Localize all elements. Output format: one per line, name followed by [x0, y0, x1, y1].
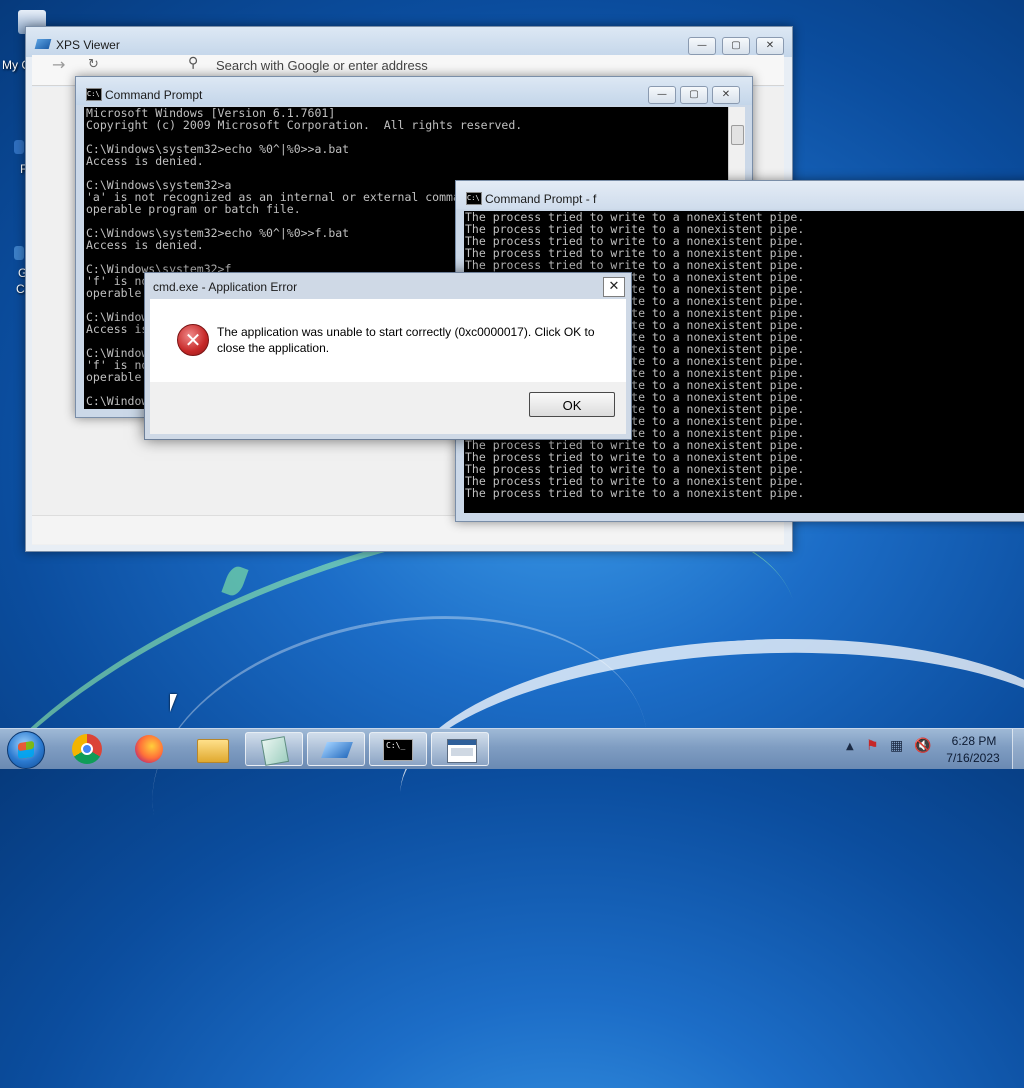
wallpaper-leaf-icon: [221, 563, 249, 599]
show-hidden-icons-button[interactable]: ▲: [846, 741, 854, 752]
cmd-icon: C:\: [466, 192, 482, 205]
application-error-dialog[interactable]: cmd.exe - Application Error ✕ ✕ The appl…: [144, 272, 632, 440]
dialog-title: cmd.exe - Application Error: [153, 280, 298, 294]
start-button[interactable]: [7, 731, 45, 769]
taskbar-file-explorer[interactable]: [183, 732, 241, 766]
folder-icon: [197, 739, 229, 763]
xps-viewer-icon: [321, 742, 353, 758]
reload-icon[interactable]: ↻: [88, 57, 99, 72]
close-button[interactable]: ✕: [603, 277, 625, 297]
dialog-footer: OK: [150, 382, 626, 434]
taskbar-window[interactable]: [431, 732, 489, 766]
error-icon: ✕: [177, 324, 209, 356]
close-button[interactable]: ✕: [712, 86, 740, 104]
windows-logo-icon: [18, 740, 34, 760]
error-message-line1: The application was unable to start corr…: [217, 325, 595, 339]
console-line: Copyright (c) 2009 Microsoft Corporation…: [86, 118, 523, 132]
search-icon: ⚲: [188, 55, 199, 71]
scrollbar-thumb[interactable]: [731, 125, 744, 145]
cmd-main-title: Command Prompt: [105, 88, 203, 102]
shortcut-icon: [14, 140, 24, 154]
console-line: The process tried to write to a nonexist…: [465, 486, 805, 500]
console-line: Access is denied.: [86, 154, 204, 168]
ok-button[interactable]: OK: [529, 392, 615, 417]
desktop-icon-label: C: [16, 282, 25, 296]
xps-viewer-title: XPS Viewer: [56, 38, 120, 52]
maximize-button[interactable]: ▢: [680, 86, 708, 104]
taskbar-app[interactable]: [245, 732, 303, 766]
mouse-cursor-icon: [170, 694, 177, 712]
taskbar-xps-viewer[interactable]: [307, 732, 365, 766]
dialog-body: ✕ The application was unable to start co…: [150, 299, 626, 382]
xps-viewer-titlebar[interactable]: [26, 27, 792, 57]
minimize-button[interactable]: —: [688, 37, 716, 55]
firefox-icon: [135, 735, 163, 763]
chrome-icon: [72, 734, 102, 764]
taskbar: C:\_ ▲ ⚑ ▦ 🔇 6:28 PM 7/16/2023: [0, 728, 1024, 769]
network-icon[interactable]: ▦: [890, 738, 903, 754]
cmd-f-title: Command Prompt - f: [485, 192, 597, 206]
action-center-icon[interactable]: ⚑: [866, 738, 879, 754]
xps-viewer-app-icon: [34, 39, 52, 49]
document-icon: [260, 736, 290, 766]
cmd-taskbar-icon: C:\_: [383, 739, 413, 761]
cmd-icon: C:\: [86, 88, 102, 101]
window-icon: [447, 739, 477, 763]
close-button[interactable]: ✕: [756, 37, 784, 55]
address-bar[interactable]: Search with Google or enter address: [216, 58, 428, 73]
shortcut-icon: [14, 246, 24, 260]
maximize-button[interactable]: ▢: [722, 37, 750, 55]
minimize-button[interactable]: —: [648, 86, 676, 104]
taskbar-firefox[interactable]: [121, 732, 179, 766]
clock-date[interactable]: 7/16/2023: [940, 751, 1006, 765]
forward-arrow-icon[interactable]: →: [52, 55, 65, 74]
clock-time[interactable]: 6:28 PM: [944, 734, 1004, 748]
volume-icon[interactable]: 🔇: [914, 738, 931, 754]
taskbar-chrome[interactable]: [59, 732, 117, 766]
error-message-line2: close the application.: [217, 341, 330, 355]
taskbar-command-prompt[interactable]: C:\_: [369, 732, 427, 766]
show-desktop-button[interactable]: [1012, 729, 1024, 769]
